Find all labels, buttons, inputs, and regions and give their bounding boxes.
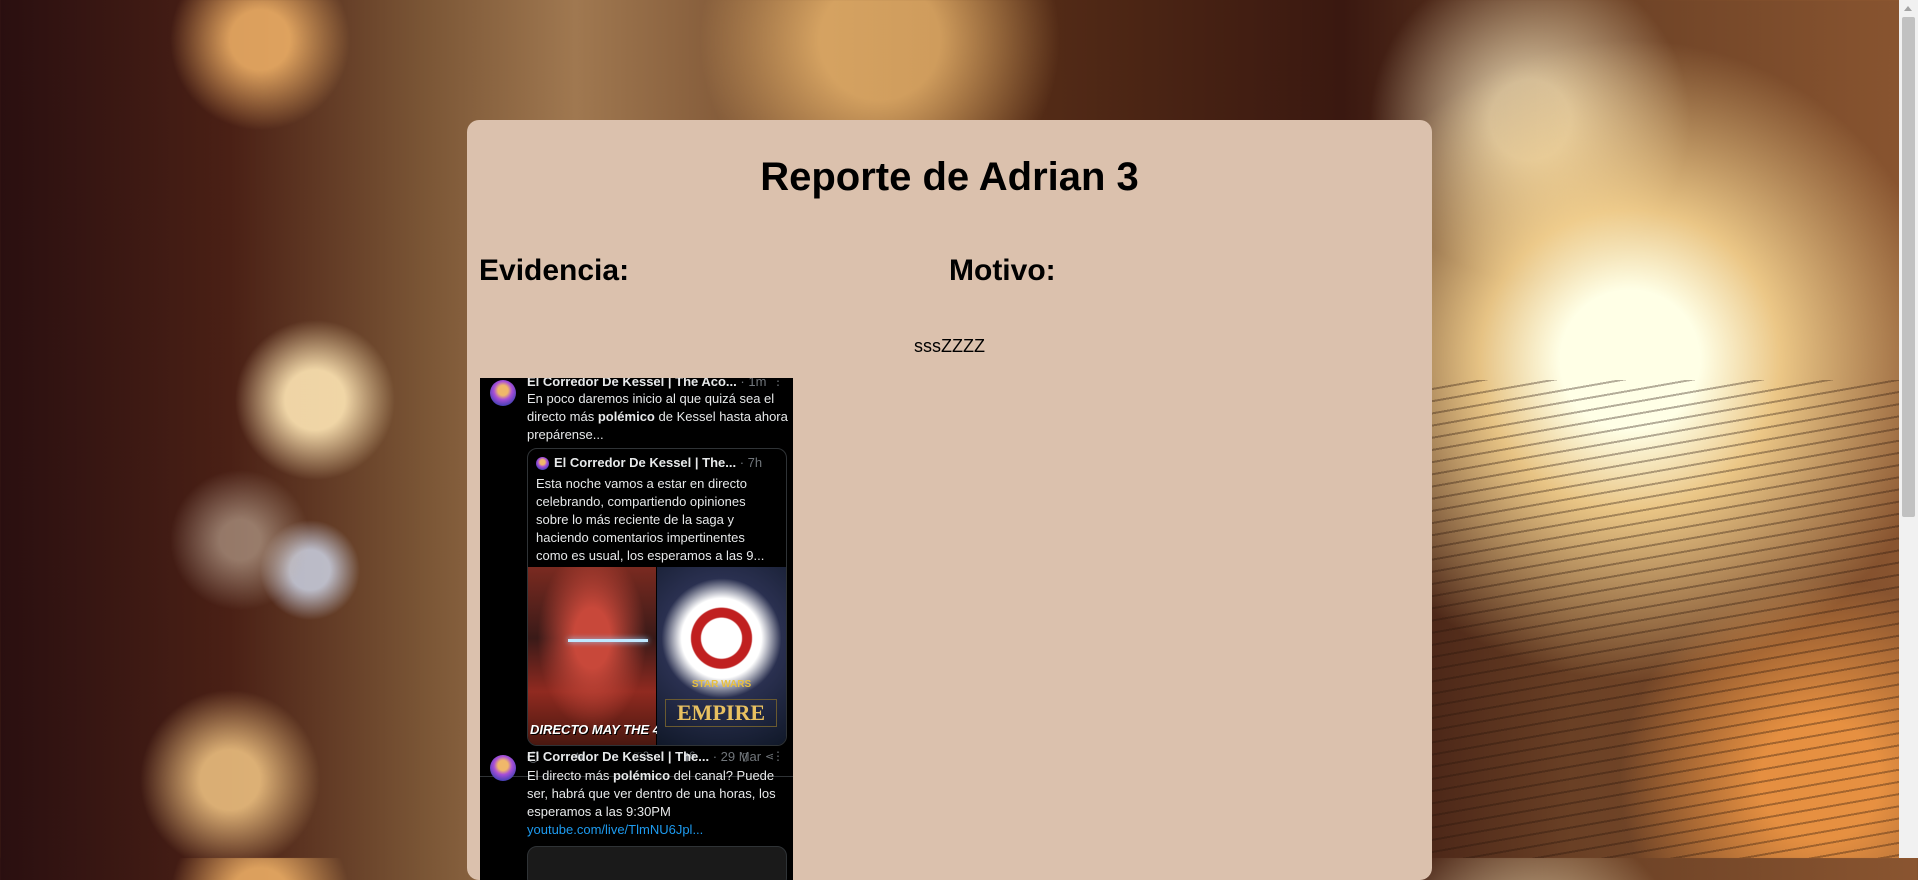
quote-time: · 7h <box>739 455 763 470</box>
quote-text: Esta noche vamos a estar en directo cele… <box>536 476 765 563</box>
author-avatar <box>490 755 516 781</box>
poster-starwars-text: STAR WARS <box>691 679 752 690</box>
more-icon: ⋮ <box>772 378 784 388</box>
evidence-heading: Evidencia: <box>479 254 630 287</box>
scroll-up-arrow-icon[interactable] <box>1899 0 1918 17</box>
quote-header: El Corredor De Kessel | The... · 7h <box>554 455 762 470</box>
report-title: Reporte de Adrian 3 <box>760 155 1139 199</box>
quote-author: El Corredor De Kessel | The... <box>554 455 737 470</box>
tweet-text: En poco daremos inicio al que quizá sea … <box>527 391 788 442</box>
scroll-thumb[interactable] <box>1902 17 1915 517</box>
poster-directo: DIRECTO MAY THE 4TH! <box>528 567 682 745</box>
quote-avatar <box>536 457 549 470</box>
tweet-author: El Corredor De Kessel | The Aco... <box>527 378 737 389</box>
evidence-image: El Corredor De Kessel | The Aco... · 1m … <box>480 378 793 880</box>
tweet-author: El Corredor De Kessel | The... <box>527 749 710 764</box>
link-preview <box>527 846 787 880</box>
tweet-text: El directo más polémico del canal? Puede… <box>527 768 776 837</box>
lightsaber-graphic <box>568 639 648 642</box>
background-book-pages <box>1420 380 1900 858</box>
quoted-tweet: El Corredor De Kessel | The... · 7h Esta… <box>527 448 787 746</box>
report-card: Reporte de Adrian 3 Evidencia: Motivo: s… <box>467 120 1432 880</box>
tweet-header: El Corredor De Kessel | The... · 29 Mar <box>527 749 761 764</box>
poster-empire-text: EMPIRE <box>665 699 777 727</box>
reason-heading: Motivo: <box>949 254 1056 287</box>
reason-text: sssZZZZ <box>914 336 985 356</box>
more-icon: ⋮ <box>772 749 784 763</box>
tweet-time: · 1m <box>740 378 767 389</box>
author-avatar <box>490 380 516 406</box>
tweet-header: El Corredor De Kessel | The Aco... · 1m <box>527 378 766 389</box>
poster-tales-of-empire: STAR WARS EMPIRE <box>657 567 786 745</box>
tweet-time: · 29 Mar <box>712 749 762 764</box>
page-scrollbar[interactable] <box>1899 0 1918 858</box>
youtube-link: youtube.com/live/TlmNU6Jpl... <box>527 822 704 837</box>
